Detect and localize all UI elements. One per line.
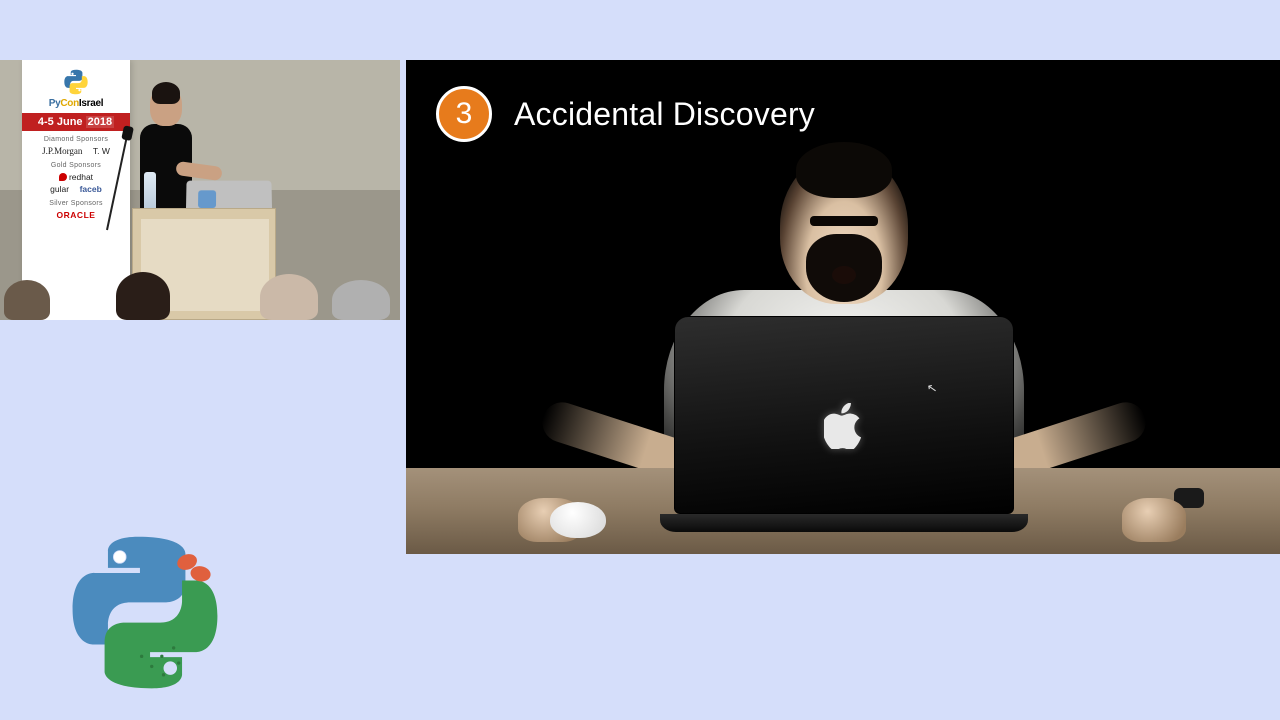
sponsor-jpmorgan: J.P.Morgan xyxy=(42,146,82,156)
slide-number-badge: 3 xyxy=(436,86,492,142)
tier-diamond: Diamond Sponsors xyxy=(22,136,130,143)
pycon-israel-logo-icon xyxy=(60,530,230,690)
conference-date: 4-5 June 2018 xyxy=(22,113,130,131)
presentation-slide: ↖ 3 Accidental Discovery xyxy=(406,60,1280,554)
right-hand xyxy=(1122,498,1186,542)
cursor-icon: ↖ xyxy=(926,380,938,396)
sponsor-facebook: faceb xyxy=(80,184,102,194)
computer-mouse-icon xyxy=(550,502,606,538)
audience xyxy=(0,276,400,320)
sponsor-gular: gular xyxy=(50,184,69,194)
conference-name: PyConIsrael xyxy=(22,98,130,109)
sponsor-oracle: ORACLE xyxy=(57,210,96,220)
macbook: ↖ xyxy=(674,316,1014,540)
sponsor-redhat: redhat xyxy=(59,172,93,182)
python-logo-icon xyxy=(62,68,90,96)
speaker-camera-feed: PyConIsrael 4-5 June 2018 Diamond Sponso… xyxy=(0,60,400,320)
apple-logo-icon xyxy=(824,403,864,449)
slide-header: 3 Accidental Discovery xyxy=(436,86,815,142)
slide-number: 3 xyxy=(456,97,473,131)
water-bottle-icon xyxy=(144,172,156,212)
slide-title: Accidental Discovery xyxy=(514,96,815,133)
sponsor-tw: T. W xyxy=(93,146,110,156)
tier-gold: Gold Sponsors xyxy=(22,162,130,169)
